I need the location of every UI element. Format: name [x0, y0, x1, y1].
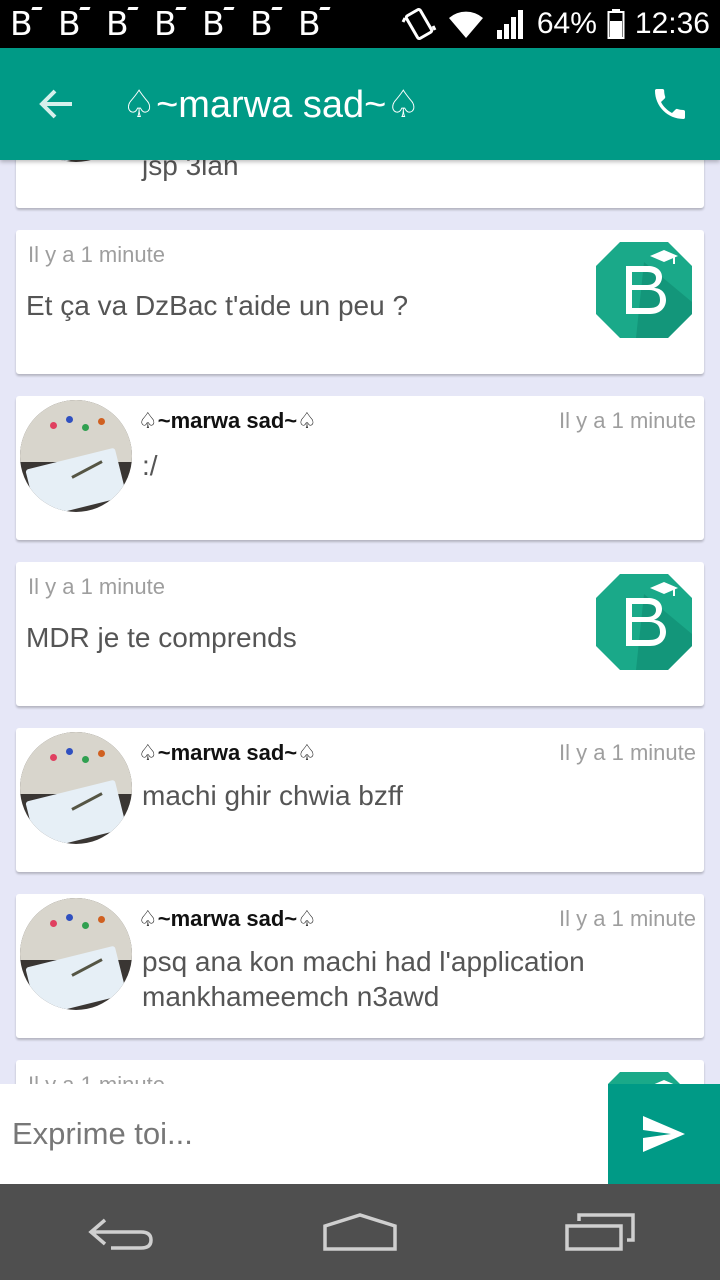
dzbac-logo-icon	[608, 1072, 680, 1084]
message-card-incoming: ♤~marwa sad~♤ Il y a 1 minute machi ghir…	[16, 728, 704, 872]
dzbac-notification-icon: B	[58, 6, 92, 42]
message-text: Et ça va DzBac t'aide un peu ?	[26, 290, 409, 321]
status-bar: B B B B B B B 64% 12:36	[0, 0, 720, 48]
message-card-outgoing: Il y a 1 minute MDR je te comprends	[16, 562, 704, 706]
message-card-incoming: jsp 3lah	[16, 160, 704, 208]
message-time: Il y a 1 minute	[559, 906, 696, 931]
home-icon	[323, 1213, 397, 1251]
dzbac-logo-icon	[596, 242, 692, 338]
sender-name: ♤~marwa sad~♤	[138, 906, 317, 931]
avatar[interactable]	[20, 898, 132, 1010]
avatar	[20, 160, 132, 162]
dzbac-notification-icon: B	[10, 6, 44, 42]
recent-apps-icon	[565, 1213, 635, 1251]
sender-name: ♤~marwa sad~♤	[138, 740, 317, 765]
battery-icon	[607, 8, 625, 40]
message-card-incoming: ♤~marwa sad~♤ Il y a 1 minute :/	[16, 396, 704, 540]
send-button[interactable]	[608, 1084, 720, 1184]
dzbac-logo-icon	[596, 574, 692, 670]
vibrate-icon	[401, 6, 437, 42]
dzbac-notification-icon: B	[298, 6, 332, 42]
message-time: Il y a 1 minute	[559, 408, 696, 433]
message-text: jsp 3lah	[142, 160, 239, 181]
battery-percent: 64%	[536, 7, 597, 40]
message-text: MDR je te comprends	[26, 622, 297, 653]
dzbac-notification-icon: B	[202, 6, 236, 42]
clock: 12:36	[634, 7, 710, 40]
dzbac-notification-icon: B	[154, 6, 188, 42]
message-composer	[0, 1084, 720, 1184]
message-text: machi ghir chwia bzff	[142, 780, 403, 811]
call-button[interactable]	[620, 48, 720, 160]
message-time: Il y a 1 minute	[28, 242, 165, 267]
message-text: :/	[142, 450, 158, 481]
message-time: Il y a 1 minute	[28, 574, 165, 599]
message-time: Il y a 1 minute	[559, 740, 696, 765]
message-card-outgoing: Il y a 1 minute	[16, 1060, 704, 1084]
conversation-title: ♤~marwa sad~♤	[122, 83, 421, 126]
status-right: 64% 12:36	[401, 6, 710, 42]
message-text-line: mankhameemch n3awd	[142, 981, 440, 1012]
message-list[interactable]: jsp 3lah Il y a 1 minute Et ça va DzBac …	[0, 160, 720, 1084]
app-bar: ♤~marwa sad~♤	[0, 48, 720, 160]
sender-name: ♤~marwa sad~♤	[138, 408, 317, 433]
send-icon	[643, 1116, 685, 1152]
nav-recents-button[interactable]	[520, 1184, 680, 1280]
message-card-incoming: ♤~marwa sad~♤ Il y a 1 minute psq ana ko…	[16, 894, 704, 1038]
avatar[interactable]	[20, 400, 132, 512]
arrow-back-icon	[39, 89, 72, 119]
message-input[interactable]	[0, 1084, 608, 1184]
message-time: Il y a 1 minute	[28, 1072, 165, 1084]
nav-home-button[interactable]	[280, 1184, 440, 1280]
back-button[interactable]	[0, 48, 112, 160]
notification-icons: B B B B B B B	[10, 6, 332, 42]
message-card-outgoing: Il y a 1 minute Et ça va DzBac t'aide un…	[16, 230, 704, 374]
nav-back-button[interactable]	[40, 1184, 200, 1280]
phone-icon	[655, 89, 685, 119]
signal-icon	[495, 8, 527, 40]
system-nav-bar	[0, 1184, 720, 1280]
back-arrow-icon	[88, 1218, 153, 1250]
dzbac-notification-icon: B	[106, 6, 140, 42]
dzbac-notification-icon: B	[250, 6, 284, 42]
avatar[interactable]	[20, 732, 132, 844]
wifi-icon	[447, 8, 485, 40]
message-text-line: psq ana kon machi had l'application	[142, 946, 585, 977]
